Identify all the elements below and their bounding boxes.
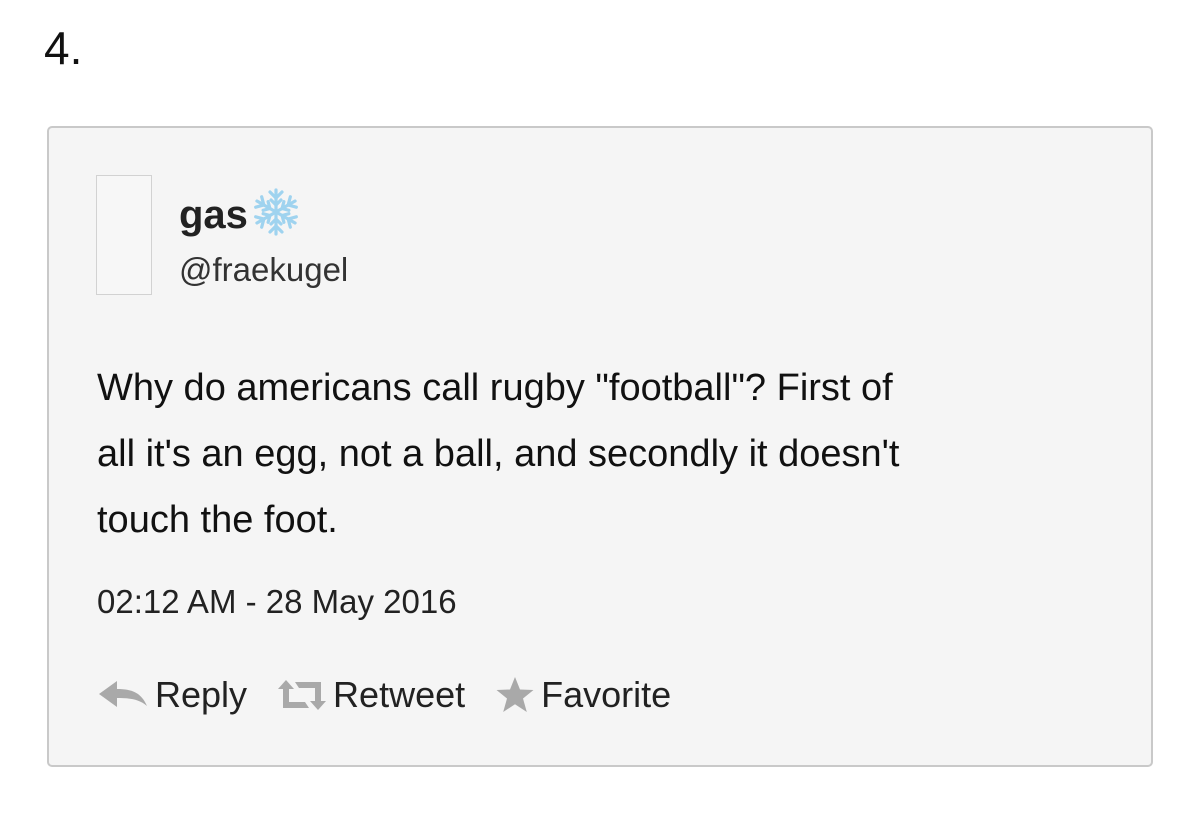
- favorite-label: Favorite: [541, 674, 672, 715]
- avatar[interactable]: [96, 175, 152, 295]
- star-icon: [496, 677, 534, 712]
- display-name-row: gas: [179, 188, 302, 240]
- tweet-timestamp[interactable]: 02:12 AM - 28 May 2016: [97, 582, 457, 622]
- reply-label: Reply: [155, 674, 248, 715]
- retweet-label: Retweet: [333, 674, 466, 715]
- retweet-icon: [278, 680, 327, 710]
- reply-arrow-icon: [99, 681, 147, 707]
- tweet-card: gas @fraekugel Why do americans call rug…: [47, 126, 1153, 767]
- user-handle[interactable]: @fraekugel: [179, 250, 348, 290]
- tweet-actions: Reply Retweet Favorite: [97, 670, 701, 720]
- display-name[interactable]: gas: [179, 191, 248, 239]
- list-number: 4.: [44, 22, 83, 74]
- reply-button[interactable]: Reply: [97, 673, 247, 717]
- favorite-button[interactable]: Favorite: [495, 673, 671, 717]
- retweet-button[interactable]: Retweet: [277, 673, 465, 717]
- snowflake-icon: [254, 188, 298, 236]
- tweet-text: Why do americans call rugby "football"? …: [97, 367, 900, 541]
